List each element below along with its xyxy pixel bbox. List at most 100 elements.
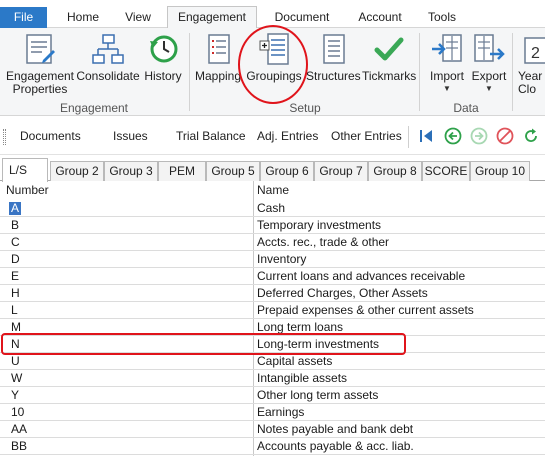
sheet-tab-group-8[interactable]: Group 8 (368, 161, 422, 181)
toolbar-separator (408, 126, 409, 148)
table-row[interactable]: H Deferred Charges, Other Assets (0, 285, 545, 302)
sheet-tab-group-2[interactable]: Group 2 (50, 161, 104, 181)
tab-engagement[interactable]: Engagement (167, 6, 257, 29)
table-row[interactable]: Y Other long term assets (0, 387, 545, 404)
history-label: History (144, 69, 182, 83)
row-number-selected[interactable]: A (9, 202, 22, 215)
row-name[interactable]: Capital assets (257, 355, 332, 368)
table-row[interactable]: 10 Earnings (0, 404, 545, 421)
column-header-number[interactable]: Number (6, 183, 49, 197)
export-button[interactable]: Export ▼ (470, 32, 508, 94)
table-row[interactable]: D Inventory (0, 251, 545, 268)
tab-home[interactable]: Home (56, 6, 110, 28)
row-number[interactable]: 10 (11, 406, 24, 419)
group-label-setup: Setup (289, 101, 321, 115)
sheet-tab-pem[interactable]: PEM (158, 161, 206, 181)
row-number[interactable]: U (11, 355, 20, 368)
sheet-tab-score[interactable]: SCORE (422, 161, 470, 181)
groupings-grid: Number Name A Cash B Temporary investmen… (0, 181, 545, 456)
sheet-tab-group-6[interactable]: Group 6 (260, 161, 314, 181)
sheet-tab-group-10[interactable]: Group 10 (470, 161, 530, 181)
row-name[interactable]: Other long term assets (257, 389, 378, 402)
row-name[interactable]: Notes payable and bank debt (257, 423, 413, 436)
table-row[interactable]: A Cash (0, 200, 545, 217)
export-dropdown-caret-icon: ▼ (485, 84, 493, 93)
row-name[interactable]: Cash (257, 202, 285, 215)
row-number[interactable]: B (11, 219, 19, 232)
row-number[interactable]: W (11, 372, 22, 385)
consolidate-label: Consolidate (76, 69, 140, 83)
table-row[interactable]: W Intangible assets (0, 370, 545, 387)
annotation-box-long-term-investments (1, 333, 406, 355)
row-number[interactable]: C (11, 236, 20, 249)
engagement-properties-button[interactable]: Engagement Properties (4, 32, 76, 96)
history-button[interactable]: History (142, 32, 184, 94)
ribbon-separator (512, 33, 513, 111)
structures-label: Structures (306, 69, 361, 83)
mapping-button[interactable]: Mapping (194, 32, 242, 94)
toolbar-grip-handle[interactable] (3, 129, 6, 145)
row-number[interactable]: H (11, 287, 20, 300)
row-name[interactable]: Earnings (257, 406, 304, 419)
year-end-close-button[interactable]: 2 Year Clo (518, 32, 545, 96)
tab-view[interactable]: View (112, 6, 164, 28)
row-number[interactable]: E (11, 270, 19, 283)
engagement-properties-label-2: Properties (12, 82, 68, 96)
tickmarks-button[interactable]: Tickmarks (362, 32, 416, 94)
back-icon[interactable] (444, 127, 462, 145)
sheet-tab-ls[interactable]: L/S (2, 158, 48, 182)
tab-file[interactable]: File (0, 7, 47, 28)
year-end-close-label: Year (518, 69, 543, 83)
history-icon (150, 35, 178, 63)
row-name[interactable]: Inventory (257, 253, 306, 266)
structures-icon (323, 34, 345, 64)
row-name[interactable]: Accts. rec., trade & other (257, 236, 389, 249)
sheet-tab-group-7[interactable]: Group 7 (314, 161, 368, 181)
structures-button[interactable]: Structures (306, 32, 361, 94)
consolidate-icon (92, 34, 124, 64)
sheet-tab-group-5[interactable]: Group 5 (206, 161, 260, 181)
refresh-icon[interactable] (522, 127, 540, 145)
table-row[interactable]: BB Accounts payable & acc. liab. (0, 438, 545, 455)
row-name[interactable]: Intangible assets (257, 372, 347, 385)
other-entries-button[interactable]: Other Entries (331, 129, 402, 143)
adj-entries-button[interactable]: Adj. Entries (257, 129, 318, 143)
column-header-name[interactable]: Name (257, 183, 289, 197)
row-name[interactable]: Deferred Charges, Other Assets (257, 287, 428, 300)
calendar-icon: 2 (524, 37, 545, 64)
row-number[interactable]: BB (11, 440, 27, 453)
row-number[interactable]: AA (11, 423, 27, 436)
tab-account[interactable]: Account (348, 6, 412, 28)
svg-text:2: 2 (531, 45, 540, 62)
trial-balance-button[interactable]: Trial Balance (176, 129, 246, 143)
forward-icon[interactable] (470, 127, 488, 145)
consolidate-button[interactable]: Consolidate (76, 32, 140, 94)
import-button[interactable]: Import ▼ (424, 32, 470, 94)
import-label: Import (429, 69, 464, 83)
menu-bar: File Home View Engagement Document Accou… (0, 0, 545, 29)
table-row[interactable]: AA Notes payable and bank debt (0, 421, 545, 438)
row-name[interactable]: Current loans and advances receivable (257, 270, 465, 283)
sheet-tab-group-3[interactable]: Group 3 (104, 161, 158, 181)
row-name[interactable]: Temporary investments (257, 219, 381, 232)
row-number[interactable]: D (11, 253, 20, 266)
group-label-data: Data (453, 101, 479, 115)
table-row[interactable]: E Current loans and advances receivable (0, 268, 545, 285)
tab-tools[interactable]: Tools (420, 6, 464, 28)
group-label-engagement: Engagement (59, 101, 129, 115)
annotation-circle-groupings (238, 25, 308, 104)
grid-header: Number Name (0, 181, 545, 200)
row-name[interactable]: Prepaid expenses & other current assets (257, 304, 474, 317)
jump-icon[interactable] (418, 127, 436, 145)
issues-button[interactable]: Issues (113, 129, 148, 143)
documents-button[interactable]: Documents (20, 129, 81, 143)
table-row[interactable]: B Temporary investments (0, 217, 545, 234)
row-name[interactable]: Accounts payable & acc. liab. (257, 440, 414, 453)
table-row[interactable]: L Prepaid expenses & other current asset… (0, 302, 545, 319)
stop-icon[interactable] (496, 127, 514, 145)
row-number[interactable]: L (11, 304, 18, 317)
table-row[interactable]: U Capital assets (0, 353, 545, 370)
row-number[interactable]: Y (11, 389, 19, 402)
import-icon (432, 34, 462, 62)
table-row[interactable]: C Accts. rec., trade & other (0, 234, 545, 251)
